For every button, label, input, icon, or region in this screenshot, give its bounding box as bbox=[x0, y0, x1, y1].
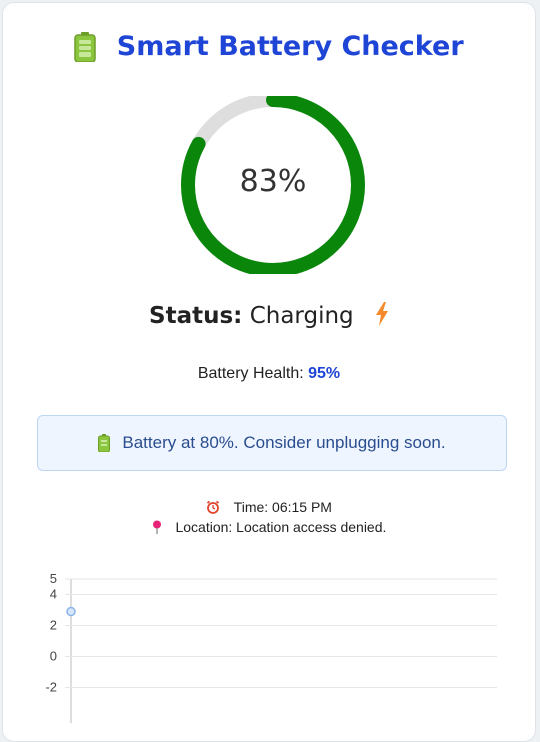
battery-history-chart: 54 2 0 -2 bbox=[45, 571, 497, 723]
battery-health: Battery Health: 95% bbox=[3, 365, 535, 383]
battery-alert: Battery at 80%. Consider unplugging soon… bbox=[37, 415, 507, 471]
alert-message: Battery at 80%. Consider unplugging soon… bbox=[122, 433, 446, 452]
pushpin-icon bbox=[152, 520, 161, 534]
y-tick-label: 2 bbox=[50, 618, 57, 633]
health-label: Battery Health: bbox=[197, 365, 304, 382]
status-value: Charging bbox=[249, 303, 354, 329]
data-point bbox=[66, 606, 76, 617]
location-text: Location: Location access denied. bbox=[175, 519, 387, 535]
y-tick-label: 0 bbox=[50, 649, 57, 664]
time-info: Time: 06:15 PM bbox=[3, 499, 535, 515]
battery-percentage: 83% bbox=[239, 164, 307, 199]
y-tick-label: 5 bbox=[50, 571, 57, 586]
y-tick-label: 4 bbox=[50, 587, 57, 602]
battery-icon bbox=[74, 31, 97, 62]
battery-card: Smart Battery Checker 83% Status: Chargi… bbox=[2, 2, 536, 742]
status-label: Status: bbox=[149, 303, 243, 329]
page-title: Smart Battery Checker bbox=[116, 31, 464, 62]
header: Smart Battery Checker bbox=[3, 31, 535, 62]
status-line: Status: Charging bbox=[3, 302, 535, 329]
location-info: Location: Location access denied. bbox=[3, 519, 535, 535]
battery-icon bbox=[98, 434, 111, 452]
alarm-clock-icon bbox=[206, 500, 220, 514]
health-value: 95% bbox=[308, 365, 341, 382]
time-text: Time: 06:15 PM bbox=[233, 499, 332, 515]
y-tick-label: -2 bbox=[45, 680, 57, 695]
battery-gauge: 83% bbox=[169, 96, 377, 274]
lightning-bolt-icon bbox=[375, 302, 388, 326]
